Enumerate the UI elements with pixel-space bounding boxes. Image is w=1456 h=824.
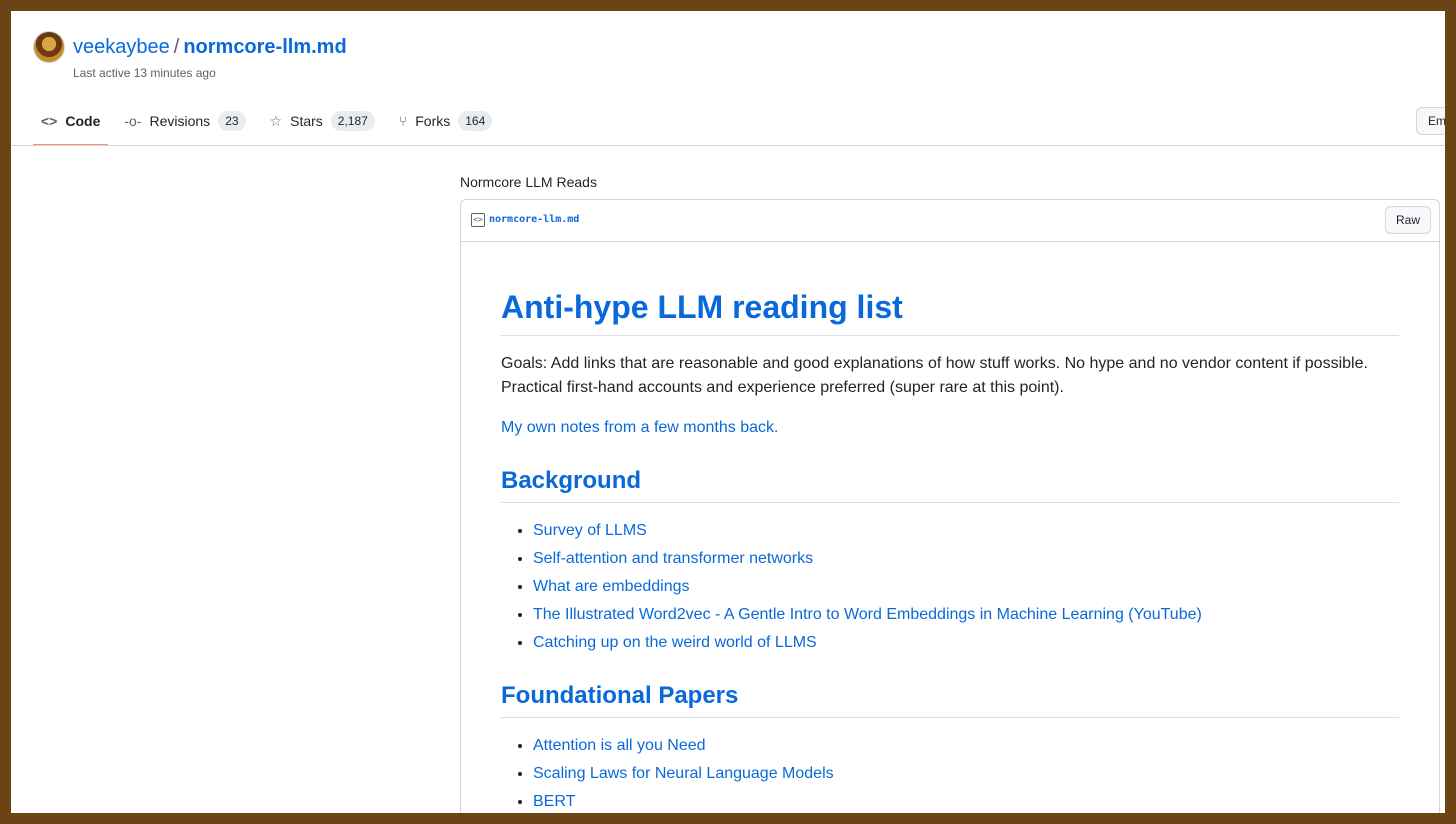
list-item: Catching up on the weird world of LLMS bbox=[533, 631, 1399, 655]
gist-description: Normcore LLM Reads bbox=[460, 174, 597, 190]
owner-link[interactable]: veekaybee bbox=[73, 36, 170, 58]
list-item: What are embeddings bbox=[533, 575, 1399, 599]
tab-stars[interactable]: ☆ Stars 2,187 bbox=[262, 107, 383, 135]
list-link[interactable]: Attention is all you Need bbox=[533, 737, 706, 754]
section-heading-background: Background bbox=[501, 466, 1399, 503]
section-heading-foundational-papers: Foundational Papers bbox=[501, 681, 1399, 718]
list-link[interactable]: Catching up on the weird world of LLMS bbox=[533, 634, 817, 651]
last-active-text: Last active 13 minutes ago bbox=[73, 66, 216, 80]
list-link[interactable]: Self-attention and transformer networks bbox=[533, 550, 813, 567]
list-link[interactable]: Survey of LLMS bbox=[533, 522, 647, 539]
tab-label: Stars bbox=[290, 113, 323, 129]
foundational-papers-list: Attention is all you Need Scaling Laws f… bbox=[501, 734, 1399, 813]
tabs-divider bbox=[11, 145, 1445, 146]
list-item: BERT bbox=[533, 790, 1399, 813]
background-list: Survey of LLMS Self-attention and transf… bbox=[501, 519, 1399, 655]
embed-button[interactable]: Em bbox=[1416, 107, 1445, 135]
list-link[interactable]: Scaling Laws for Neural Language Models bbox=[533, 765, 834, 782]
fork-icon: ⑂ bbox=[398, 113, 408, 129]
page-title: Anti-hype LLM reading list bbox=[501, 287, 1399, 336]
gist-title: veekaybee / normcore-llm.md bbox=[73, 35, 347, 59]
page-frame: veekaybee / normcore-llm.md Last active 13… bbox=[11, 11, 1445, 813]
forks-counter: 164 bbox=[458, 111, 493, 131]
markdown-body: Anti-hype LLM reading list Goals: Add li… bbox=[501, 242, 1399, 813]
goals-paragraph: Goals: Add links that are reasonable and… bbox=[501, 355, 1368, 396]
tab-label: Code bbox=[65, 113, 101, 129]
code-icon: <> bbox=[41, 113, 58, 129]
raw-button[interactable]: Raw bbox=[1384, 206, 1431, 234]
title-separator: / bbox=[173, 36, 180, 58]
list-item: Attention is all you Need bbox=[533, 734, 1399, 758]
file-header: <> normcore-llm.md Raw bbox=[461, 200, 1439, 242]
list-item: Survey of LLMS bbox=[533, 519, 1399, 543]
notes-link[interactable]: My own notes from a few months back. bbox=[501, 416, 1399, 440]
commit-icon: -o- bbox=[124, 113, 142, 129]
star-icon: ☆ bbox=[269, 112, 283, 129]
stars-counter: 2,187 bbox=[330, 111, 375, 131]
gist-tabs: <> Code -o- Revisions 23 ☆ Stars 2,187 ⑂… bbox=[33, 107, 508, 146]
list-item: The Illustrated Word2vec - A Gentle Intr… bbox=[533, 603, 1399, 627]
gist-name-link[interactable]: normcore-llm.md bbox=[183, 36, 346, 58]
tab-label: Forks bbox=[415, 113, 451, 129]
file-code-icon: <> bbox=[471, 213, 485, 227]
list-link[interactable]: BERT bbox=[533, 793, 575, 810]
list-link[interactable]: The Illustrated Word2vec - A Gentle Intr… bbox=[533, 606, 1202, 623]
list-item: Self-attention and transformer networks bbox=[533, 547, 1399, 571]
tab-forks[interactable]: ⑂ Forks 164 bbox=[391, 107, 500, 135]
list-item: Scaling Laws for Neural Language Models bbox=[533, 762, 1399, 786]
tab-code[interactable]: <> Code bbox=[33, 107, 109, 146]
tab-revisions[interactable]: -o- Revisions 23 bbox=[116, 107, 253, 135]
avatar[interactable] bbox=[33, 31, 65, 63]
list-link[interactable]: What are embeddings bbox=[533, 578, 690, 595]
revisions-counter: 23 bbox=[218, 111, 246, 131]
file-name-link[interactable]: normcore-llm.md bbox=[489, 214, 579, 225]
file-box: <> normcore-llm.md Raw Anti-hype LLM rea… bbox=[460, 199, 1440, 813]
tab-label: Revisions bbox=[149, 113, 211, 129]
